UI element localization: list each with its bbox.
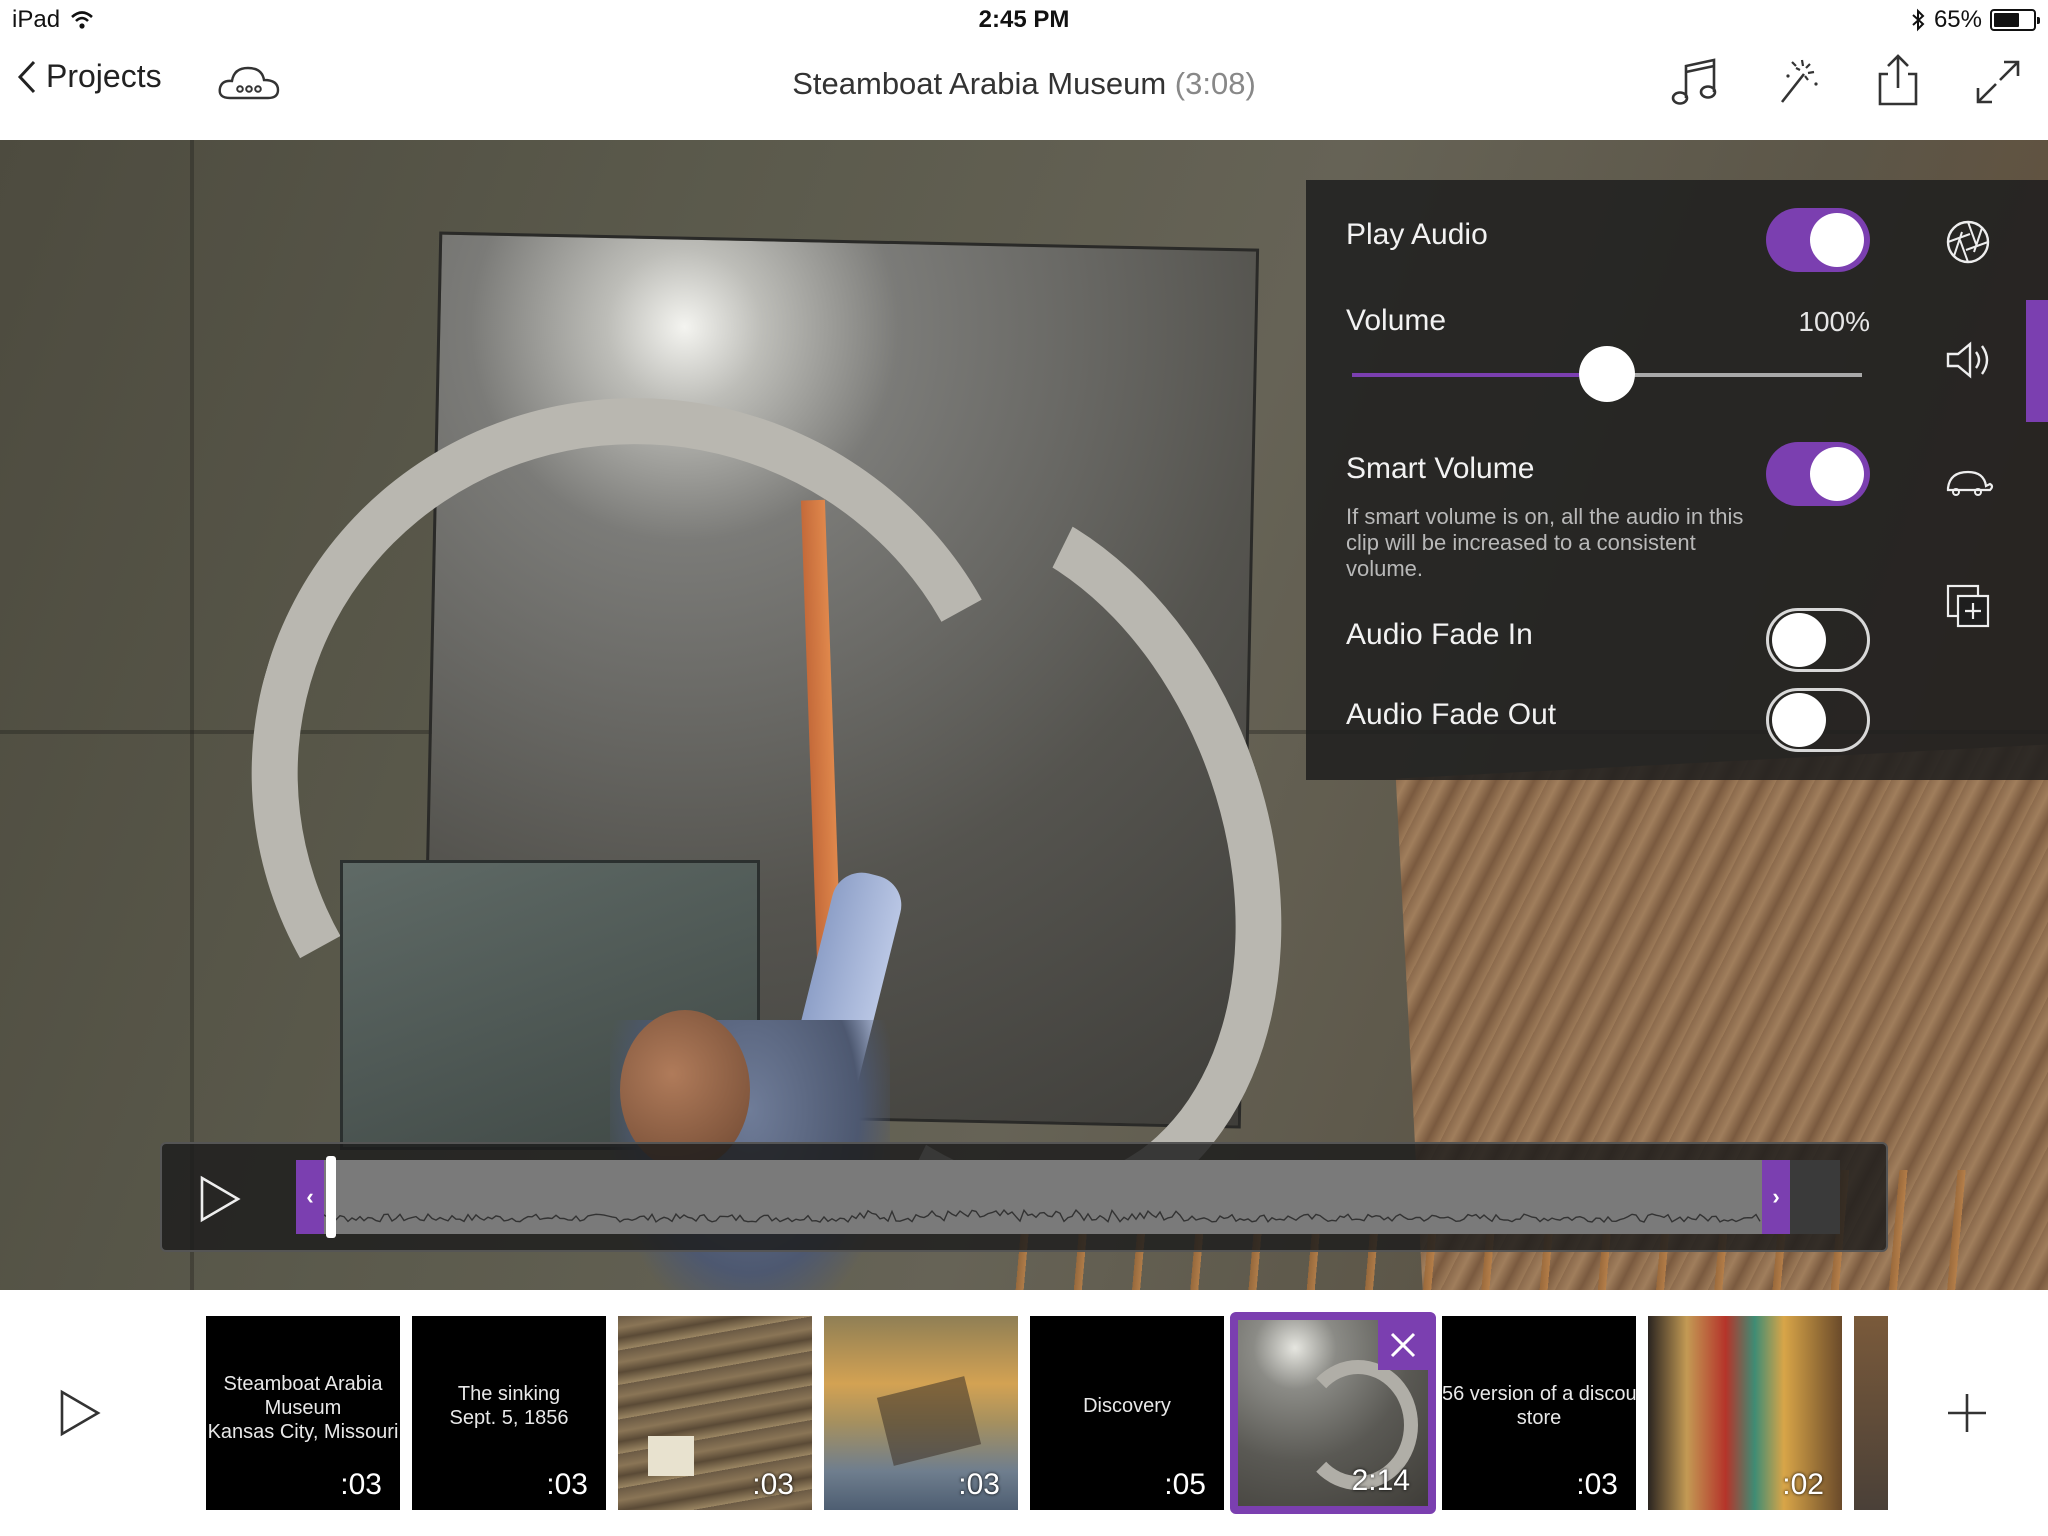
music-note-icon[interactable] xyxy=(1668,54,1724,110)
smart-volume-label: Smart Volume xyxy=(1346,452,1535,485)
timeline-filmstrip: Steamboat Arabia Museum Kansas City, Mis… xyxy=(0,1290,2048,1536)
clip-title-line: Discovery xyxy=(1083,1395,1171,1417)
clip-thumbnail[interactable]: Steamboat Arabia Museum Kansas City, Mis… xyxy=(206,1316,400,1510)
status-bar: iPad 2:45 PM 65% xyxy=(0,0,2048,40)
audio-fade-out-toggle[interactable] xyxy=(1766,688,1870,752)
play-clip-icon[interactable] xyxy=(192,1172,246,1226)
volume-slider[interactable] xyxy=(1352,346,1862,402)
fullscreen-expand-icon[interactable] xyxy=(1970,54,2026,110)
clip-title-line: The sinking xyxy=(457,1383,561,1405)
playhead[interactable] xyxy=(326,1156,336,1238)
steamboat-painting xyxy=(876,1376,982,1466)
play-project-icon[interactable] xyxy=(52,1386,106,1440)
magic-wand-icon[interactable] xyxy=(1770,54,1826,110)
play-audio-label: Play Audio xyxy=(1346,218,1488,251)
volume-slider-knob[interactable] xyxy=(1579,346,1635,402)
battery-fill xyxy=(1994,13,2019,27)
audio-waveform xyxy=(296,1208,1761,1224)
volume-slider-fill xyxy=(1352,373,1607,377)
clip-thumbnail[interactable]: 56 version of a discou store :03 xyxy=(1442,1316,1636,1510)
active-tool-indicator xyxy=(2026,300,2048,422)
toggle-knob xyxy=(1810,447,1864,501)
trim-selected-range xyxy=(296,1160,1762,1234)
clip-thumbnail[interactable]: :03 xyxy=(824,1316,1018,1510)
clip-title-line: Steamboat Arabia xyxy=(223,1373,383,1395)
speed-turtle-icon[interactable] xyxy=(1940,454,1996,510)
clip-title-line: Sept. 5, 1856 xyxy=(449,1407,569,1429)
volume-label: Volume xyxy=(1346,304,1447,337)
clip-duration: :03 xyxy=(546,1468,588,1501)
audio-settings-panel: Play Audio Volume 100% Smart Volume If s… xyxy=(1306,180,2048,780)
nav-bar: Projects Steamboat Arabia Museum (3:08) xyxy=(0,40,2048,140)
clip-title-line: store xyxy=(1516,1407,1562,1429)
clip-thumbnail[interactable]: :02 xyxy=(1648,1316,1842,1510)
toggle-knob xyxy=(1772,693,1826,747)
clip-duration: :02 xyxy=(1782,1468,1824,1501)
clip-duration: 2:14 xyxy=(1351,1464,1410,1497)
museum-sign-image xyxy=(648,1436,694,1476)
project-duration: (3:08) xyxy=(1174,66,1256,101)
speaker-volume-icon[interactable] xyxy=(1940,332,1996,388)
remove-clip-icon[interactable] xyxy=(1378,1320,1428,1370)
fade-in-label: Audio Fade In xyxy=(1346,618,1533,651)
smart-volume-description: If smart volume is on, all the audio in … xyxy=(1346,504,1744,581)
project-name: Steamboat Arabia Museum xyxy=(792,66,1167,101)
clip-duration: :03 xyxy=(958,1468,1000,1501)
toggle-knob xyxy=(1810,213,1864,267)
bluetooth-icon xyxy=(1912,8,1925,32)
clip-trim-bar: ‹ › xyxy=(160,1142,1888,1252)
clip-duration: :05 xyxy=(1164,1468,1206,1501)
toggle-knob xyxy=(1772,613,1826,667)
trim-timeline[interactable]: ‹ › xyxy=(296,1156,1840,1238)
smart-volume-toggle[interactable] xyxy=(1766,442,1870,506)
wall-seam xyxy=(190,140,194,1290)
clip-duration: :03 xyxy=(1576,1468,1618,1501)
audio-fade-in-toggle[interactable] xyxy=(1766,608,1870,672)
fade-out-label: Audio Fade Out xyxy=(1346,698,1557,731)
clip-thumbnail-selected[interactable]: 2:14 xyxy=(1230,1312,1436,1514)
clip-thumbnail[interactable]: Discovery :05 xyxy=(1030,1316,1224,1510)
clip-thumbnail[interactable]: The sinking Sept. 5, 1856 :03 xyxy=(412,1316,606,1510)
battery-percent: 65% xyxy=(1933,6,1982,33)
clip-duration: :03 xyxy=(752,1468,794,1501)
duplicate-clip-icon[interactable] xyxy=(1940,578,1996,634)
clip-title-line: Museum xyxy=(264,1397,342,1419)
clip-title-line: 56 version of a discou xyxy=(1442,1383,1636,1405)
clip-thumbnail[interactable]: :03 xyxy=(618,1316,812,1510)
trim-end-handle[interactable]: › xyxy=(1762,1160,1790,1234)
add-clip-icon[interactable] xyxy=(1940,1386,1994,1440)
aperture-icon[interactable] xyxy=(1940,214,1996,270)
clip-duration: :03 xyxy=(340,1468,382,1501)
battery-icon xyxy=(1990,9,2040,31)
app-root: iPad 2:45 PM 65% Projects Steamboat Arab… xyxy=(0,0,2048,1536)
project-title: Steamboat Arabia Museum (3:08) xyxy=(0,66,2048,102)
play-audio-toggle[interactable] xyxy=(1766,208,1870,272)
clock: 2:45 PM xyxy=(978,6,1070,33)
trim-start-handle[interactable]: ‹ xyxy=(296,1160,324,1234)
share-icon[interactable] xyxy=(1870,52,1926,108)
clip-thumbnail-partial[interactable] xyxy=(1854,1316,1888,1510)
clip-title-line: Kansas City, Missouri xyxy=(207,1421,399,1443)
volume-value: 100% xyxy=(1798,306,1870,337)
